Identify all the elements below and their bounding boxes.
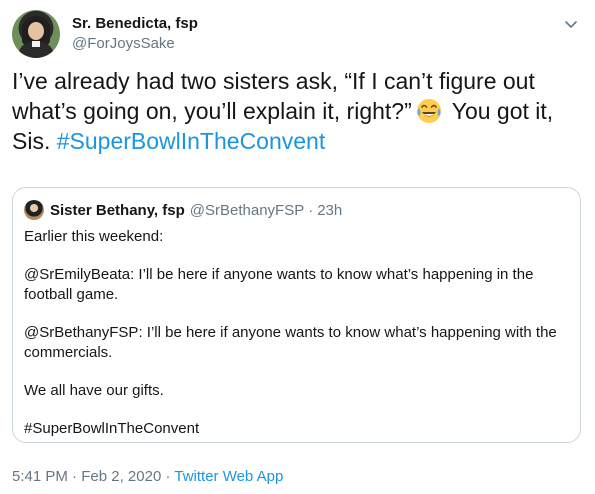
avatar[interactable] <box>12 10 60 58</box>
author-display-name[interactable]: Sr. Benedicta, fsp <box>72 14 198 34</box>
quoted-paragraph: @SrEmilyBeata: I’ll be here if anyone wa… <box>24 266 534 303</box>
source-app-link[interactable]: Twitter Web App <box>174 468 283 485</box>
quoted-handle: @SrBethanyFSP <box>189 201 305 219</box>
separator-dot: · <box>72 468 78 485</box>
quoted-paragraph: @SrBethanyFSP: I’ll be here if anyone wa… <box>24 324 557 361</box>
quoted-paragraph: #SuperBowlInTheConvent <box>24 420 200 438</box>
tweet-text: I’ve already had two sisters ask, “If I … <box>12 66 583 156</box>
quoted-tweet-card[interactable]: Sister Bethany, fsp @SrBethanyFSP · 23h … <box>12 187 581 443</box>
quoted-tweet-header: Sister Bethany, fsp @SrBethanyFSP · 23h <box>24 200 342 220</box>
quoted-tweet-body: Earlier this weekend: @SrEmilyBeata: I’l… <box>24 227 569 439</box>
tweet-time-link[interactable]: 5:41 PM <box>12 468 68 485</box>
tweet-date-link[interactable]: Feb 2, 2020 <box>81 468 161 485</box>
quoted-avatar <box>24 200 44 220</box>
quoted-paragraph: Earlier this weekend: <box>24 228 164 245</box>
author-block[interactable]: Sr. Benedicta, fsp @ForJoysSake <box>72 14 198 54</box>
tweet-header: Sr. Benedicta, fsp @ForJoysSake <box>12 8 583 60</box>
face-with-tears-of-joy-icon <box>416 99 441 123</box>
chevron-down-icon[interactable] <box>563 16 579 32</box>
author-handle[interactable]: @ForJoysSake <box>72 34 198 54</box>
quoted-display-name: Sister Bethany, fsp <box>50 201 185 219</box>
tweet-meta: 5:41 PM · Feb 2, 2020 · Twitter Web App <box>12 468 283 485</box>
quoted-paragraph: We all have our gifts. <box>24 382 164 400</box>
separator-dot: · <box>308 201 314 219</box>
separator-dot: · <box>165 468 171 485</box>
quoted-timestamp: 23h <box>317 201 343 219</box>
hashtag-link[interactable]: #SuperBowlInTheConvent <box>57 128 326 154</box>
